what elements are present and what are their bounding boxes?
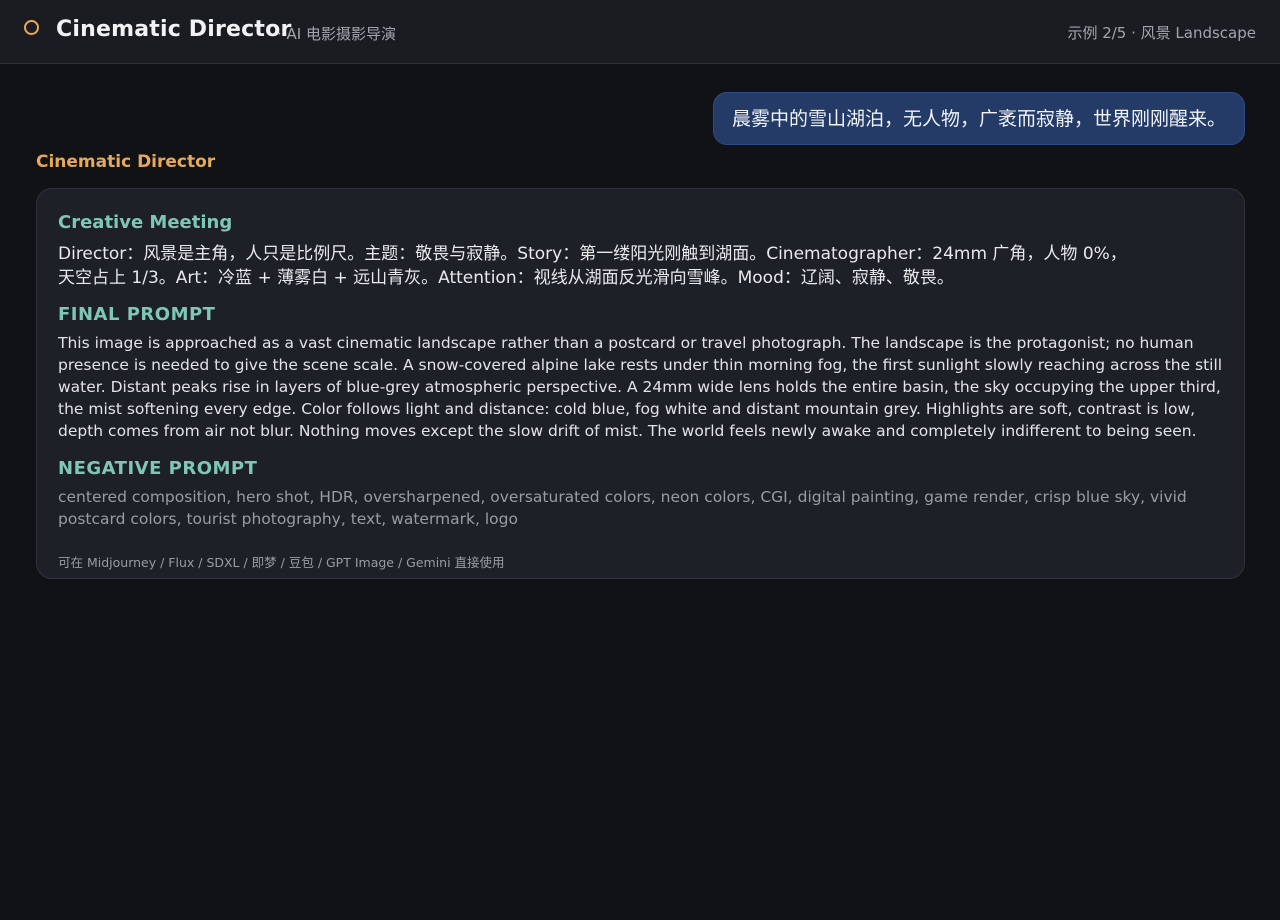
negative-prompt-title: NEGATIVE PROMPT bbox=[58, 458, 258, 479]
app-header: Cinematic Director · AI 电影摄影导演 示例 2/5 · … bbox=[0, 0, 1280, 64]
circle-ring-icon bbox=[24, 20, 39, 35]
app-subtitle: · AI 电影摄影导演 bbox=[277, 25, 396, 43]
creative-meeting-text: Director：风景是主角，人只是比例尺。主题：敬畏与寂静。Story：第一缕… bbox=[58, 244, 1127, 288]
negative-prompt-text: centered composition, hero shot, HDR, ov… bbox=[58, 488, 1187, 528]
example-indicator[interactable]: 示例 2/5 · 风景 Landscape bbox=[1067, 22, 1256, 43]
user-message-bubble: 晨雾中的雪山湖泊，无人物，广袤而寂静，世界刚刚醒来。 bbox=[712, 92, 1245, 145]
creative-meeting-title: Creative Meeting bbox=[58, 212, 233, 233]
assistant-name: Cinematic Director bbox=[36, 152, 216, 172]
assistant-response-card: Creative Meeting Director：风景是主角，人只是比例尺。主… bbox=[36, 188, 1245, 579]
final-prompt-title: FINAL PROMPT bbox=[58, 304, 216, 325]
app-title: Cinematic Director bbox=[56, 17, 292, 42]
final-prompt-text: This image is approached as a vast cinem… bbox=[58, 334, 1223, 440]
usage-note: 可在 Midjourney / Flux / SDXL / 即梦 / 豆包 / … bbox=[58, 555, 505, 570]
